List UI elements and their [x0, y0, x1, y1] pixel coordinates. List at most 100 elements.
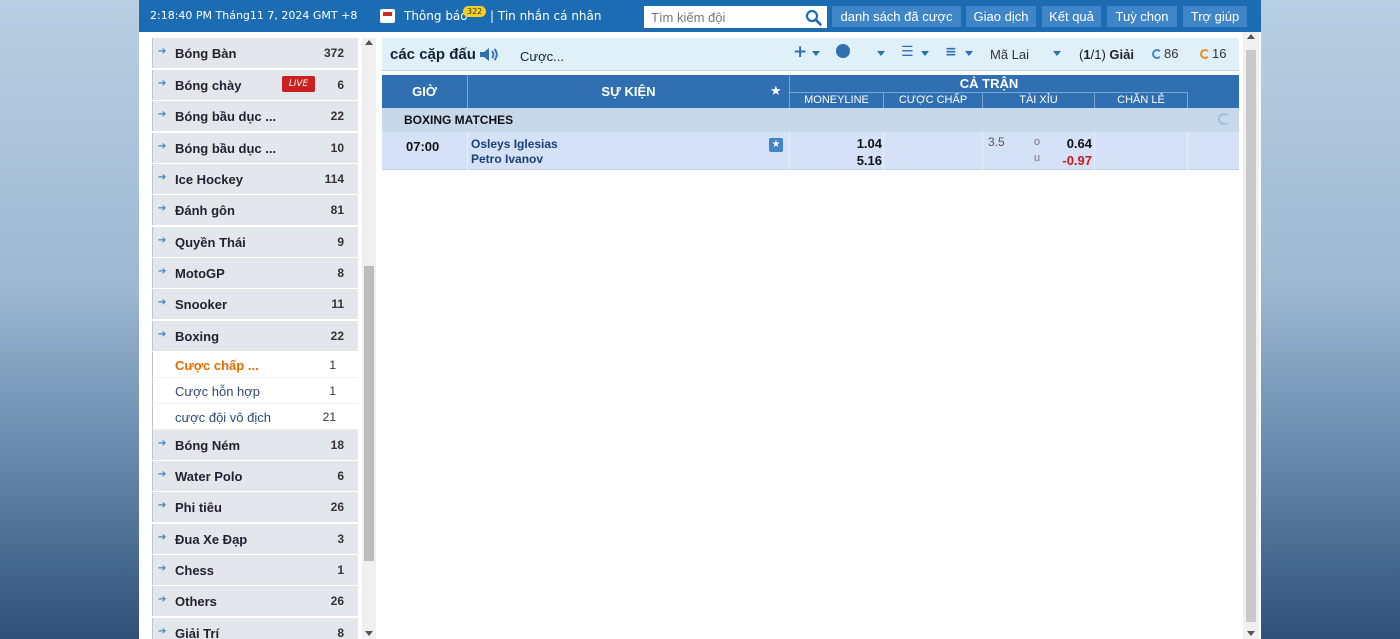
sidebar-item-entertainment[interactable]: ➔ Giải Trí 8 [152, 618, 358, 639]
sidebar-item-cycling[interactable]: ➔ Đua Xe Đạp 3 [152, 524, 358, 554]
refresh-counter-blue[interactable]: 86 [1152, 46, 1178, 61]
sidebar-subitem-handicap[interactable]: Cược chấp ... 1 [152, 352, 358, 378]
speaker-icon[interactable] [479, 46, 499, 63]
team-search-input[interactable] [644, 6, 800, 28]
match-time: 07:00 [406, 139, 440, 154]
messages-link[interactable]: | Tin nhắn cá nhân [490, 9, 602, 23]
chevron-down-icon[interactable] [1053, 51, 1061, 56]
sidebar-item-table-tennis[interactable]: ➔ Bóng Bàn 372 [152, 38, 358, 68]
scroll-down-icon[interactable] [1247, 631, 1255, 636]
refresh-icon[interactable] [1218, 113, 1230, 125]
sidebar-item-label: Snooker [175, 297, 228, 312]
chevron-right-icon: ➔ [158, 532, 167, 543]
page-scroll-thumb[interactable] [1246, 50, 1256, 622]
chevron-right-icon: ➔ [158, 172, 167, 183]
sidebar-scroll-thumb[interactable] [364, 266, 374, 561]
sidebar-item-rugby-1[interactable]: ➔ Bóng bầu dục ... 22 [152, 101, 358, 131]
sidebar-item-label: Ice Hockey [175, 172, 243, 187]
scroll-down-icon[interactable] [365, 631, 373, 636]
main-header: các cặp đấu Cược... + ☰ ≡ Mã Lai (1/1) G… [382, 38, 1239, 71]
results-button[interactable]: Kết quả [1042, 6, 1101, 27]
home-team[interactable]: Osleys Iglesias [471, 137, 558, 151]
sidebar-item-water-polo[interactable]: ➔ Water Polo 6 [152, 461, 358, 491]
sidebar-item-label: Bóng Bàn [175, 46, 237, 61]
odds-format-dropdown[interactable]: Mã Lai [990, 47, 1029, 62]
options-button[interactable]: Tuỳ chọn [1107, 6, 1177, 27]
sidebar-subitem-count: 21 [322, 410, 336, 424]
chevron-right-icon: ➔ [158, 329, 167, 340]
sidebar-item-label: Water Polo [175, 469, 243, 484]
sidebar-item-label: Bóng chày [175, 78, 242, 93]
chevron-right-icon: ➔ [158, 235, 167, 246]
moneyline-home-odds[interactable]: 1.04 [857, 136, 882, 151]
pager-close: ) [1101, 47, 1106, 62]
add-favorite-star-icon[interactable]: ★ [769, 138, 783, 152]
favorites-star-icon[interactable]: ★ [770, 84, 782, 99]
chevron-down-icon[interactable] [877, 51, 885, 56]
sidebar-item-label: Chess [175, 563, 215, 578]
sidebar-item-count: 8 [337, 626, 344, 639]
under-odds[interactable]: -0.97 [1062, 153, 1092, 168]
list-view-icon[interactable]: ≡ [945, 44, 957, 60]
sidebar-subitem-parlay[interactable]: Cược hỗn hợp 1 [152, 378, 358, 404]
chevron-right-icon: ➔ [158, 266, 167, 277]
clock-icon[interactable] [836, 44, 850, 58]
add-icon[interactable]: + [793, 42, 807, 62]
sidebar-item-handball[interactable]: ➔ Bóng Ném 18 [152, 430, 358, 460]
chevron-down-icon[interactable] [921, 51, 929, 56]
page-title: các cặp đấu [390, 46, 476, 63]
sidebar-item-count: 81 [330, 203, 344, 217]
sidebar-scrollbar[interactable] [362, 38, 376, 639]
sidebar-item-rugby-2[interactable]: ➔ Bóng bầu dục ... 10 [152, 133, 358, 163]
moneyline-away-odds[interactable]: 5.16 [857, 153, 882, 168]
search-button[interactable] [800, 6, 827, 28]
sidebar-item-muay-thai[interactable]: ➔ Quyền Thái 9 [152, 227, 358, 257]
sidebar-item-baseball[interactable]: ➔ Bóng chày LIVE 6 [152, 70, 358, 100]
sidebar-item-snooker[interactable]: ➔ Snooker 11 [152, 289, 358, 319]
sort-icon[interactable]: ☰ [901, 44, 914, 60]
sidebar-item-label: Đua Xe Đạp [175, 532, 248, 547]
league-pager[interactable]: (1/1) Giải [1079, 47, 1134, 62]
notifications-link[interactable]: Thông báo [404, 9, 468, 23]
league-row[interactable]: BOXING MATCHES [382, 108, 1239, 132]
bet-type-dropdown[interactable]: Cược... [520, 49, 564, 64]
bet-list-button[interactable]: danh sách đã cược [832, 6, 961, 27]
chevron-down-icon[interactable] [812, 51, 820, 56]
chevron-right-icon: ➔ [158, 141, 167, 152]
app-window: 2:18:40 PM Tháng11 7, 2024 GMT +8 Thông … [139, 0, 1261, 639]
page-scrollbar[interactable] [1243, 32, 1259, 639]
sidebar-item-count: 26 [330, 500, 344, 514]
clock: 2:18:40 PM Tháng11 7, 2024 GMT +8 [150, 9, 358, 22]
sidebar-item-chess[interactable]: ➔ Chess 1 [152, 555, 358, 585]
refresh-counter-orange[interactable]: 16 [1200, 46, 1226, 61]
chevron-right-icon: ➔ [158, 594, 167, 605]
sidebar-item-others[interactable]: ➔ Others 26 [152, 586, 358, 616]
counter-blue-value: 86 [1164, 46, 1179, 61]
away-team[interactable]: Petro Ivanov [471, 152, 543, 166]
sidebar-item-ice-hockey[interactable]: ➔ Ice Hockey 114 [152, 164, 358, 194]
live-badge: LIVE [282, 76, 315, 92]
sidebar-subitem-outright[interactable]: cược đội vô địch 21 [152, 404, 358, 430]
column-divider [1094, 132, 1095, 170]
sidebar-item-label: Giải Trí [175, 626, 220, 639]
over-odds[interactable]: 0.64 [1067, 136, 1092, 151]
chevron-right-icon: ➔ [158, 626, 167, 637]
sidebar-item-label: Boxing [175, 329, 220, 344]
pager-current: 1 [1083, 47, 1091, 62]
search-icon [805, 9, 822, 26]
sidebar-item-label: Bóng bầu dục ... [175, 141, 277, 156]
help-button[interactable]: Trợ giúp [1183, 6, 1247, 27]
sidebar-item-count: 6 [337, 78, 344, 92]
chevron-down-icon[interactable] [965, 51, 973, 56]
sidebar-item-motogp[interactable]: ➔ MotoGP 8 [152, 258, 358, 288]
scroll-up-icon[interactable] [365, 40, 373, 45]
chevron-right-icon: ➔ [158, 46, 167, 57]
sidebar-subitem-label: cược đội vô địch [175, 410, 271, 425]
sidebar-item-darts[interactable]: ➔ Phi tiêu 26 [152, 492, 358, 522]
refresh-icon [1200, 49, 1210, 59]
notification-calendar-icon[interactable] [380, 9, 395, 23]
transactions-button[interactable]: Giao dịch [966, 6, 1036, 27]
sidebar-item-golf[interactable]: ➔ Đánh gôn 81 [152, 195, 358, 225]
scroll-up-icon[interactable] [1247, 34, 1255, 39]
sidebar-item-boxing[interactable]: ➔ Boxing 22 [152, 321, 358, 351]
